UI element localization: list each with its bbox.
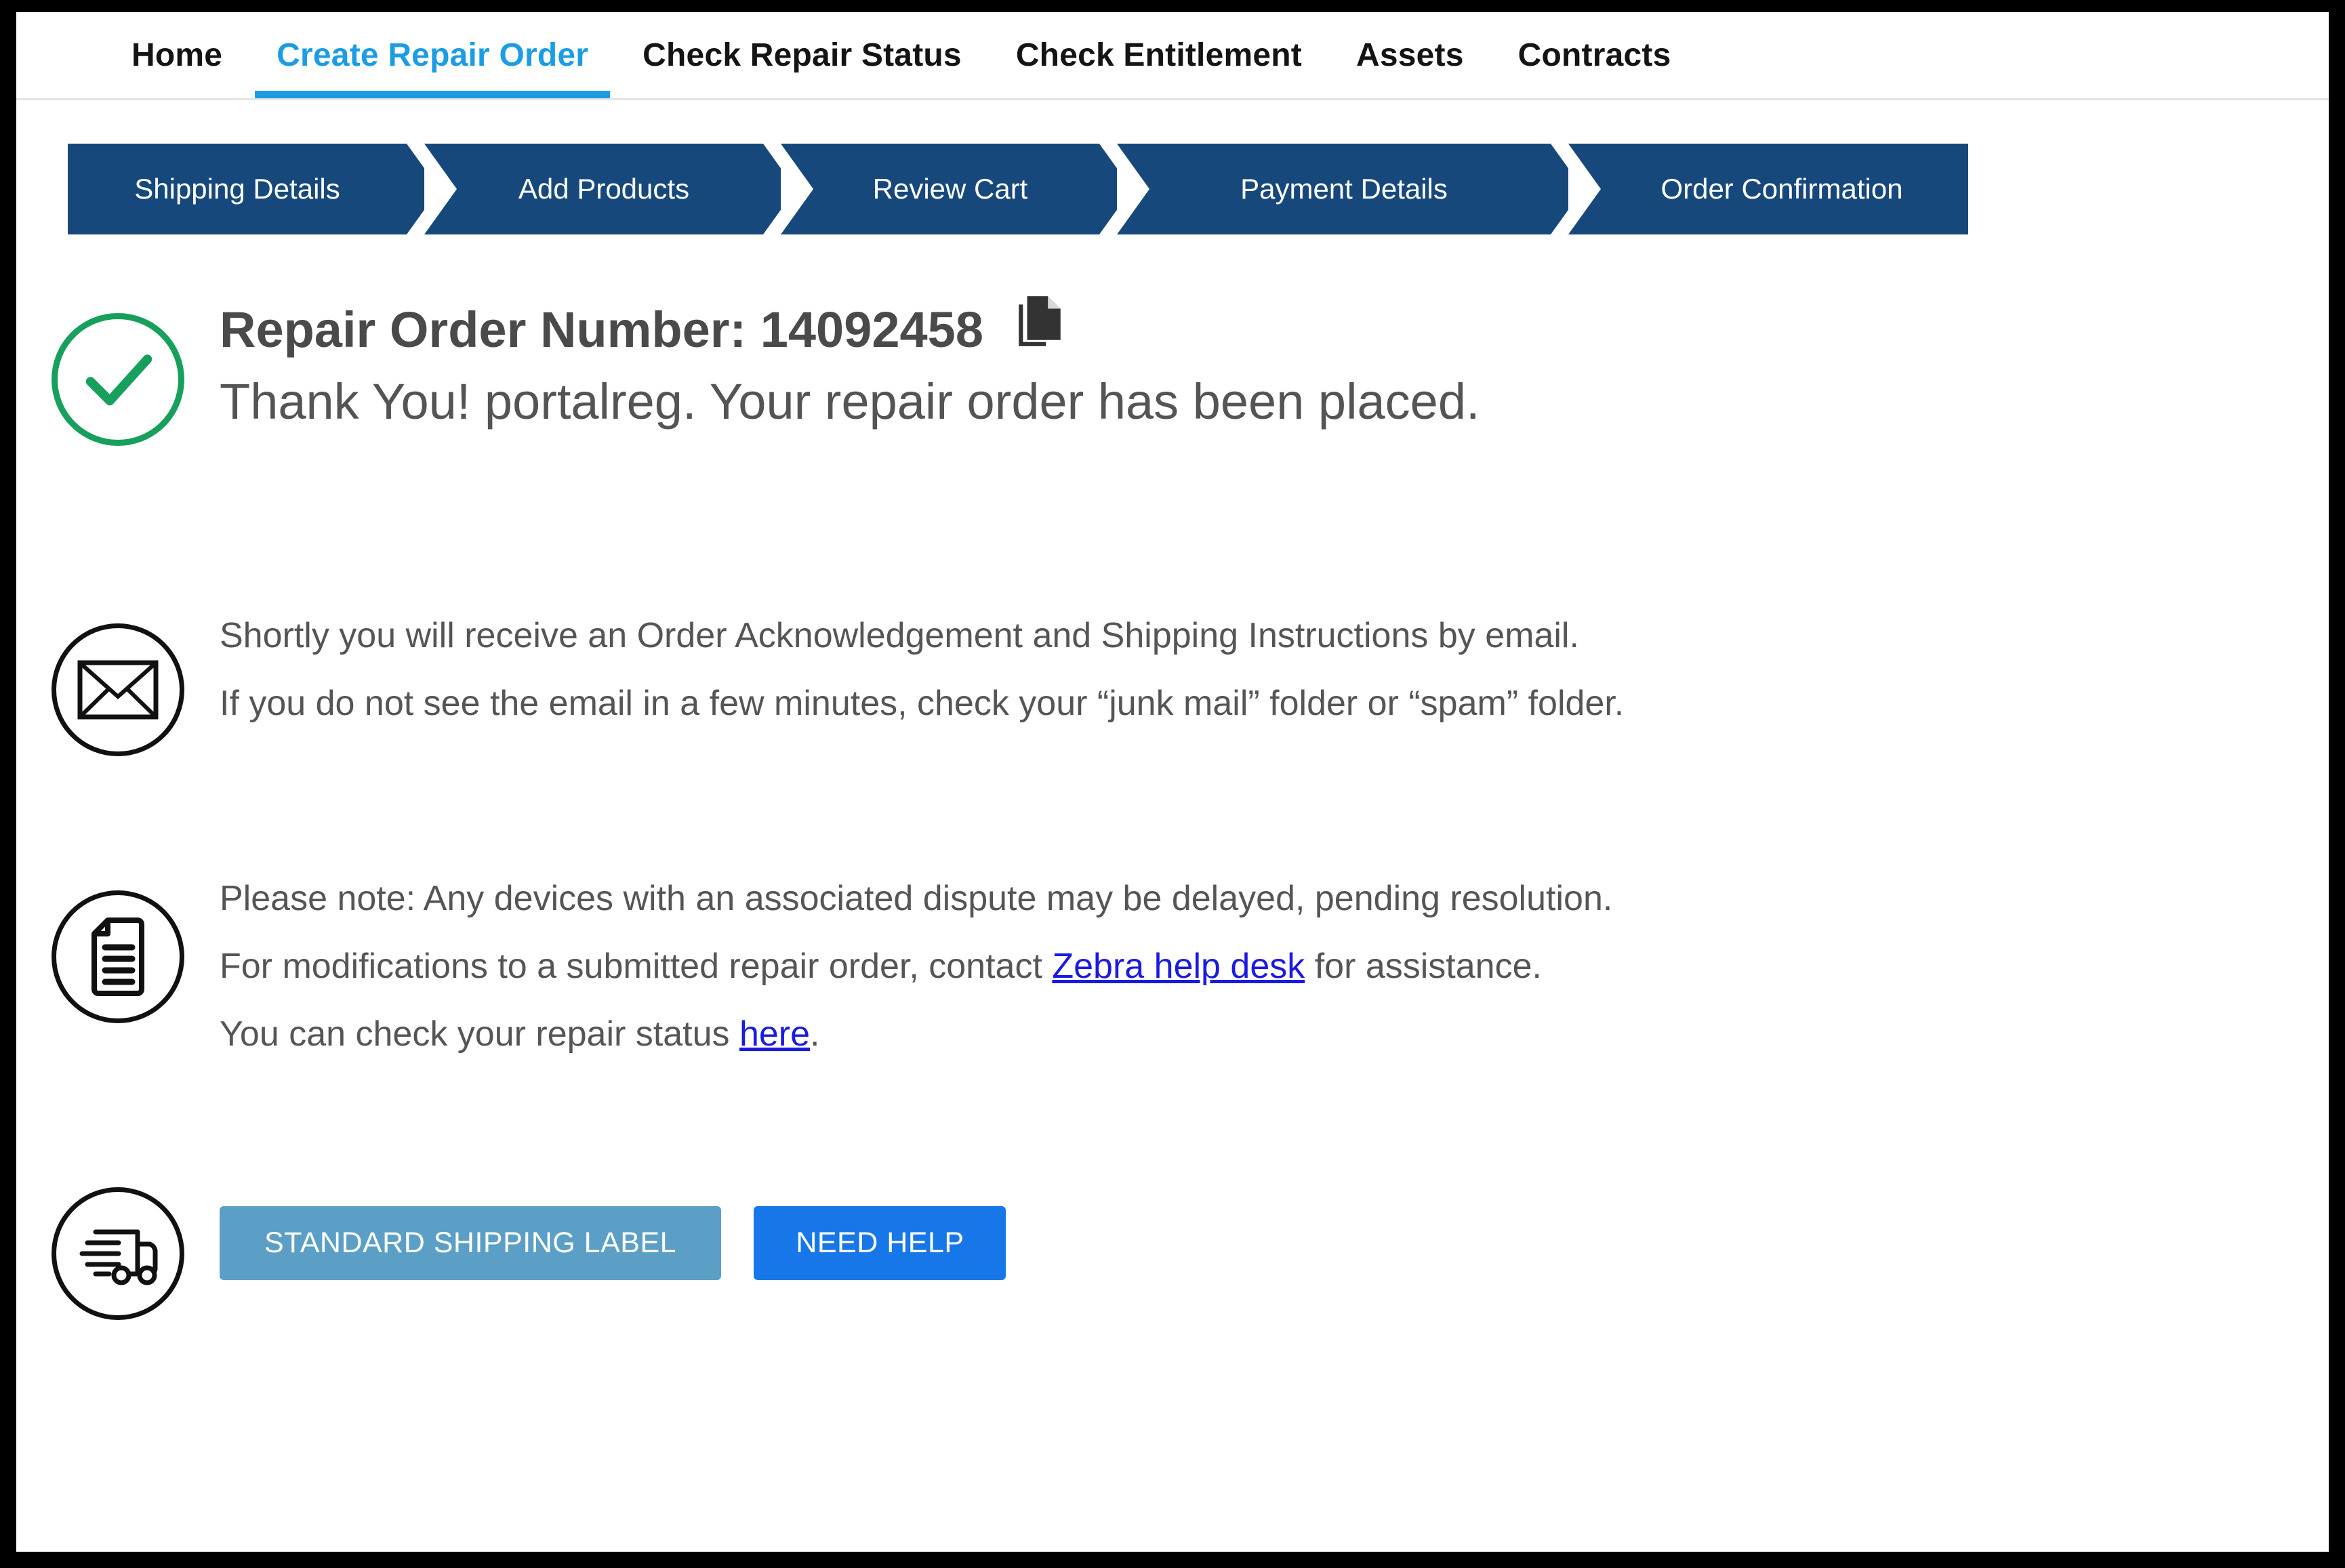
nav-item-home[interactable]: Home bbox=[104, 12, 249, 98]
nav-item-label: Check Repair Status bbox=[643, 37, 962, 73]
nav-item-assets[interactable]: Assets bbox=[1329, 12, 1491, 98]
status-icon-column bbox=[16, 297, 220, 446]
document-lines-icon bbox=[52, 890, 184, 1023]
action-section: STANDARD SHIPPING LABEL NEED HELP bbox=[16, 1187, 2329, 1320]
check-repair-status-link[interactable]: here bbox=[739, 1014, 810, 1054]
email-notice-text: Shortly you will receive an Order Acknow… bbox=[220, 608, 2329, 721]
note-section: Please note: Any devices with an associa… bbox=[16, 866, 2329, 1052]
step-label: Review Cart bbox=[872, 173, 1028, 205]
email-notice-line-1: Shortly you will receive an Order Acknow… bbox=[220, 616, 1579, 655]
note-text: Please note: Any devices with an associa… bbox=[220, 866, 2329, 1052]
order-number-line: Repair Order Number: 14092458 bbox=[220, 294, 2302, 363]
app-page: Home Create Repair Order Check Repair St… bbox=[16, 12, 2329, 1552]
nav-item-check-entitlement[interactable]: Check Entitlement bbox=[989, 12, 1329, 98]
copy-document-icon[interactable] bbox=[1015, 294, 1065, 360]
email-notice-line-2: If you do not see the email in a few min… bbox=[220, 684, 1625, 723]
step-payment-details[interactable]: Payment Details bbox=[1117, 144, 1583, 234]
step-label: Order Confirmation bbox=[1660, 173, 1903, 205]
order-confirmation-header: Repair Order Number: 14092458 Thank You!… bbox=[16, 294, 2329, 446]
action-buttons: STANDARD SHIPPING LABEL NEED HELP bbox=[220, 1187, 2329, 1280]
email-icon-column bbox=[16, 608, 220, 756]
screenshot-frame: Home Create Repair Order Check Repair St… bbox=[0, 0, 2345, 1568]
note-line-1: Please note: Any devices with an associa… bbox=[220, 879, 1613, 918]
envelope-icon bbox=[52, 623, 184, 756]
note-line-3: You can check your repair status here. bbox=[220, 1016, 2302, 1052]
top-navigation-bar: Home Create Repair Order Check Repair St… bbox=[16, 12, 2329, 100]
note-line-2-before: For modifications to a submitted repair … bbox=[220, 947, 1042, 986]
nav-item-label: Assets bbox=[1355, 37, 1464, 73]
shipping-icon-column bbox=[16, 1187, 220, 1320]
nav-item-label: Contracts bbox=[1517, 37, 1671, 73]
step-review-cart[interactable]: Review Cart bbox=[781, 144, 1132, 234]
step-add-products[interactable]: Add Products bbox=[424, 144, 796, 234]
order-confirmation-text: Repair Order Number: 14092458 Thank You!… bbox=[220, 294, 2329, 432]
step-label: Add Products bbox=[518, 173, 690, 205]
step-label: Payment Details bbox=[1240, 173, 1448, 205]
delivery-truck-icon bbox=[52, 1187, 184, 1320]
nav-item-label: Create Repair Order bbox=[277, 37, 589, 73]
nav-item-label: Home bbox=[131, 37, 223, 73]
note-line-3-after: . bbox=[810, 1014, 820, 1054]
step-shipping-details[interactable]: Shipping Details bbox=[68, 144, 439, 234]
nav-item-check-repair-status[interactable]: Check Repair Status bbox=[615, 12, 989, 98]
nav-item-contracts[interactable]: Contracts bbox=[1491, 12, 1698, 98]
checkout-step-indicator: Shipping Details Add Products Review Car… bbox=[68, 144, 1968, 234]
step-order-confirmation[interactable]: Order Confirmation bbox=[1568, 144, 1968, 234]
thank-you-message: Thank You! portalreg. Your repair order … bbox=[220, 373, 1480, 430]
step-label: Shipping Details bbox=[134, 173, 340, 205]
standard-shipping-label-button[interactable]: STANDARD SHIPPING LABEL bbox=[220, 1206, 721, 1280]
email-notice-section: Shortly you will receive an Order Acknow… bbox=[16, 608, 2329, 756]
note-icon-column bbox=[16, 866, 220, 1023]
check-circle-icon bbox=[52, 313, 184, 446]
main-content: Repair Order Number: 14092458 Thank You!… bbox=[16, 294, 2329, 1320]
nav-item-create-repair-order[interactable]: Create Repair Order bbox=[249, 12, 615, 98]
need-help-button[interactable]: NEED HELP bbox=[754, 1206, 1006, 1280]
note-line-2-after: for assistance. bbox=[1314, 947, 1542, 986]
note-line-3-before: You can check your repair status bbox=[220, 1014, 739, 1054]
page-title: Repair Order Number: 14092458 bbox=[220, 302, 983, 358]
nav-list: Home Create Repair Order Check Repair St… bbox=[104, 12, 1698, 98]
zebra-help-desk-link[interactable]: Zebra help desk bbox=[1052, 947, 1305, 986]
nav-item-label: Check Entitlement bbox=[1015, 37, 1302, 73]
note-line-2: For modifications to a submitted repair … bbox=[220, 949, 2302, 984]
